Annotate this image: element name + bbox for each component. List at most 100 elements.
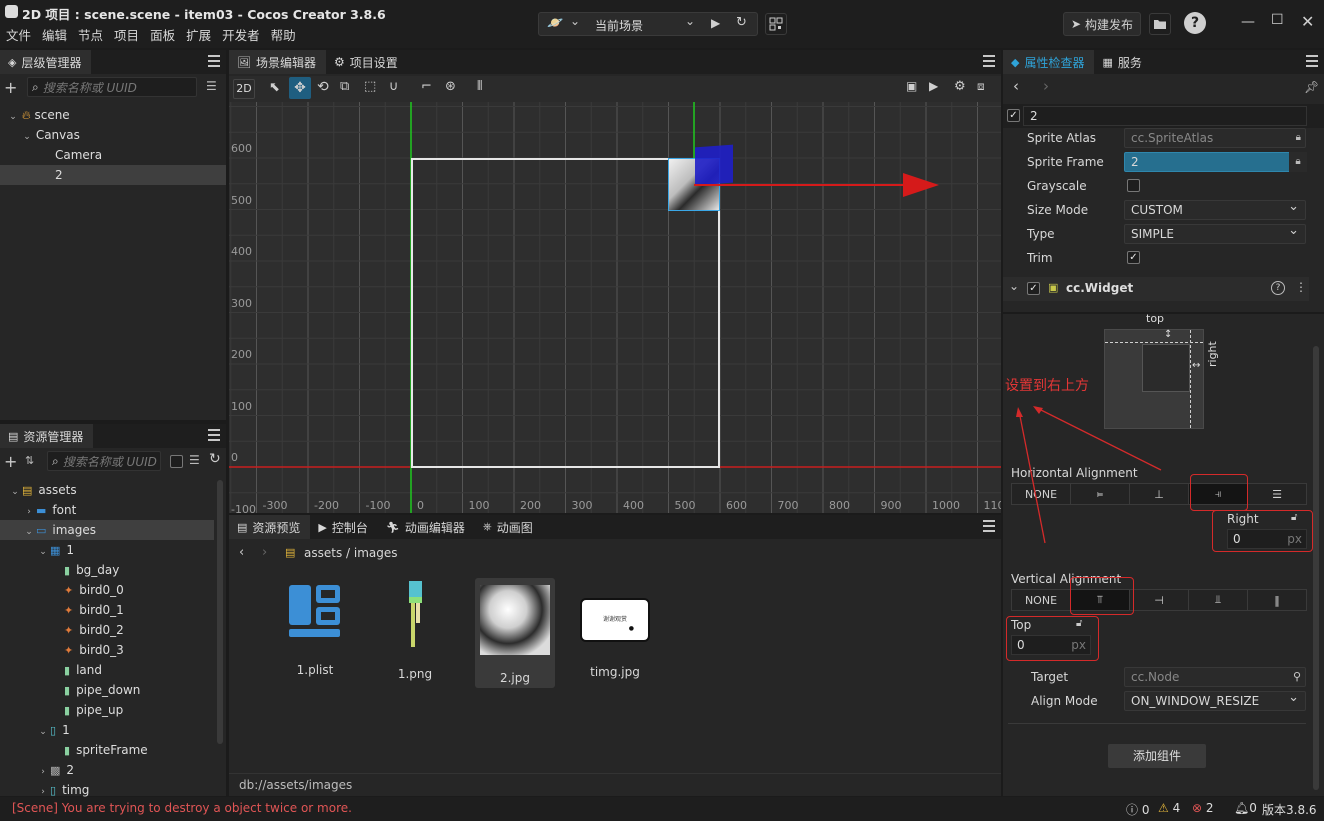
caret-right-icon[interactable]: › <box>24 502 34 522</box>
v-align-bottom-button[interactable]: ⫫ <box>1189 590 1248 610</box>
caret-down-icon[interactable]: ⌄ <box>38 542 48 562</box>
rotate-tool-icon[interactable]: ⟲ <box>317 79 329 95</box>
tab-animation-graph[interactable]: ⎈ 动画图 <box>475 515 543 539</box>
align-mode-select[interactable]: ON_WINDOW_RESIZE <box>1124 689 1306 711</box>
settings-gear-icon[interactable]: ⚙ <box>954 79 966 94</box>
hierarchy-menu-icon[interactable] <box>208 55 220 67</box>
asset-tree-item[interactable]: ⌄ ▭ images <box>0 520 214 540</box>
asset-tree-item[interactable]: ⌄ ▯ 1 <box>0 720 214 740</box>
widget-header[interactable]: ⌄ ✓ ▣ cc.Widget ? ⋮ <box>1003 277 1309 301</box>
scene-select[interactable]: 🪐 ⌄ 当前场景 ⌄ ▶ ↻ <box>538 12 758 36</box>
node-picker-icon[interactable]: ⚲ <box>1293 668 1301 686</box>
play-icon[interactable]: ▶ <box>711 16 720 30</box>
type-select[interactable]: SIMPLE <box>1124 222 1306 244</box>
inspector-scrollbar[interactable] <box>1313 346 1319 790</box>
lock-icon[interactable]: 🔒︎ <box>1296 129 1301 147</box>
asset-tree-item[interactable]: ▮ bg_day <box>0 560 214 580</box>
asset-tree-item[interactable]: ▮ spriteFrame <box>0 740 214 760</box>
sprite-atlas-field[interactable]: cc.SpriteAtlas 🔒︎ <box>1124 128 1306 148</box>
gizmo-y-box[interactable] <box>695 144 733 186</box>
size-mode-select[interactable]: CUSTOM <box>1124 198 1306 220</box>
asset-tree-item[interactable]: ✦ bird0_2 <box>0 620 214 640</box>
resolution-icon[interactable]: ▣ <box>906 79 917 93</box>
move-tool-icon[interactable]: ✥ <box>289 77 311 99</box>
qrcode-icon[interactable] <box>765 13 787 35</box>
asset-1-plist[interactable]: 1.plist <box>275 583 355 677</box>
tab-animation-editor[interactable]: 🏃︎ 动画编辑器 <box>378 515 475 539</box>
tree-node-camera[interactable]: Camera <box>0 145 226 165</box>
sort-list-icon[interactable]: ☰ <box>206 79 217 93</box>
inspector-menu-icon[interactable] <box>1306 55 1318 67</box>
nav-back-icon[interactable]: ‹ <box>239 545 244 560</box>
hierarchy-search-input[interactable]: ⌕ 搜索名称或 UUID <box>27 77 197 97</box>
menu-file[interactable]: 文件 <box>6 25 31 44</box>
pivot-icon[interactable]: ⌐ <box>421 79 432 94</box>
warning-count[interactable]: ⚠ 4 <box>1158 801 1180 815</box>
tree-node-canvas[interactable]: ⌄ Canvas <box>0 125 226 145</box>
caret-down-icon[interactable]: ⌄ <box>10 482 20 502</box>
asset-tree-item[interactable]: › ▬ font <box>0 500 214 520</box>
rect-tool-icon[interactable]: ⬚ <box>364 79 376 94</box>
mode-2d-button[interactable]: 2D <box>233 79 255 99</box>
breadcrumb-assets[interactable]: assets <box>304 546 342 560</box>
asset-tree-item[interactable]: ⌄ ▤ assets <box>0 480 214 500</box>
more-vertical-icon[interactable]: ⋮ <box>1295 280 1307 294</box>
nav-forward-icon[interactable]: › <box>262 545 267 560</box>
pin-icon[interactable]: 📌︎ <box>1304 80 1319 94</box>
scale-tool-icon[interactable]: ⧉ <box>340 79 349 94</box>
asset-timg-jpg[interactable]: 谢谢观赏 ● timg.jpg <box>575 598 655 679</box>
tab-services[interactable]: ▦ 服务 <box>1094 50 1151 74</box>
node-name-input[interactable]: 2 <box>1023 106 1307 126</box>
collapse-list-icon[interactable]: ☰ <box>189 453 200 467</box>
add-node-icon[interactable]: + <box>4 78 17 97</box>
minimize-icon[interactable]: — <box>1241 14 1255 30</box>
sort-icon[interactable]: ⇅ <box>25 454 34 467</box>
forward-arrow-icon[interactable]: › <box>1043 77 1049 95</box>
node-active-checkbox[interactable]: ✓ <box>1007 109 1020 122</box>
tab-project-settings[interactable]: ⚙ 项目设置 <box>326 50 408 74</box>
menu-edit[interactable]: 编辑 <box>42 25 67 44</box>
caret-down-icon[interactable]: ⌄ <box>38 722 48 742</box>
asset-tree-item[interactable]: ▮ pipe_down <box>0 680 214 700</box>
help-icon[interactable]: ? <box>1271 281 1285 295</box>
trim-checkbox[interactable]: ✓ <box>1127 251 1140 264</box>
caret-right-icon[interactable]: › <box>38 762 48 782</box>
lock-icon[interactable]: 🔒︎ <box>1289 152 1307 172</box>
tab-inspector[interactable]: ◆ 属性检查器 <box>1003 50 1095 74</box>
assets-menu-icon[interactable] <box>208 429 220 441</box>
refresh-icon[interactable]: ↻ <box>209 451 221 467</box>
tab-console[interactable]: ▶ 控制台 <box>310 515 377 539</box>
menu-developer[interactable]: 开发者 <box>222 25 260 44</box>
refresh-icon[interactable]: ↻ <box>736 15 747 30</box>
menu-extension[interactable]: 扩展 <box>186 25 211 44</box>
close-icon[interactable]: ✕ <box>1301 12 1314 31</box>
tab-hierarchy[interactable]: ◈ 层级管理器 <box>0 50 92 74</box>
target-field[interactable]: cc.Node ⚲ <box>1124 667 1306 687</box>
breadcrumb-images[interactable]: images <box>354 546 398 560</box>
help-icon[interactable]: ? <box>1184 12 1206 34</box>
camera-icon[interactable]: ▶︎ <box>929 79 938 93</box>
scene-viewport[interactable]: -300 -200 -100 0 100 200 300 400 500 600 700 800 900… <box>229 102 1001 513</box>
tab-scene-editor[interactable]: 🖼︎ 场景编辑器 <box>229 50 326 74</box>
grayscale-checkbox[interactable] <box>1127 179 1140 192</box>
status-message[interactable]: [Scene] You are trying to destroy a obje… <box>12 801 352 815</box>
info-count[interactable]: ⓘ 0 <box>1126 801 1149 818</box>
menu-project[interactable]: 项目 <box>114 25 139 44</box>
asset-tree-item[interactable]: ✦ bird0_0 <box>0 580 214 600</box>
v-align-middle-button[interactable]: ⊣ <box>1130 590 1189 610</box>
h-align-stretch-button[interactable]: ☰ <box>1248 484 1306 504</box>
add-asset-icon[interactable]: + <box>4 452 17 471</box>
align-tool-icon[interactable]: ⫴ <box>477 79 482 94</box>
asset-tree-item[interactable]: ✦ bird0_3 <box>0 640 214 660</box>
folder-icon[interactable] <box>1149 13 1171 35</box>
tree-node-2[interactable]: 2 <box>0 165 226 185</box>
menu-node[interactable]: 节点 <box>78 25 103 44</box>
select-tool-icon[interactable]: ⬉ <box>269 80 280 95</box>
assets-scrollbar[interactable] <box>217 480 223 744</box>
gizmo-icon[interactable]: ⧈ <box>977 79 985 94</box>
caret-down-icon[interactable]: ⌄ <box>1009 279 1019 293</box>
sprite-frame-field[interactable]: 2 🔒︎ <box>1124 152 1307 172</box>
menu-help[interactable]: 帮助 <box>271 25 296 44</box>
magnet-icon[interactable]: ∪ <box>389 79 399 94</box>
tab-asset-preview[interactable]: ▤ 资源预览 <box>229 515 311 539</box>
